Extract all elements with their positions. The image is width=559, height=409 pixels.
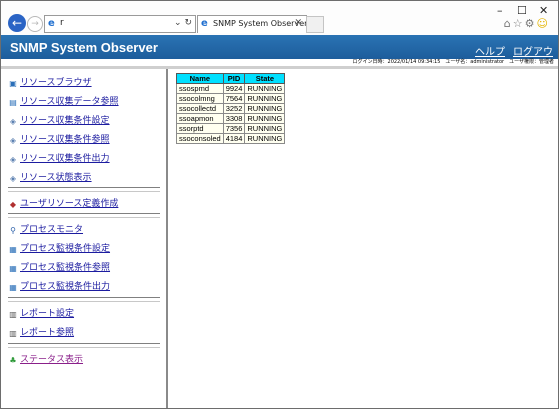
- toolbar-icons: ⌂☆⚙☺: [504, 17, 550, 30]
- sidebar-divider: [8, 187, 160, 192]
- back-icon[interactable]: ←: [8, 14, 26, 32]
- process-pid: 7564: [222, 93, 246, 104]
- login-info-bar: ログイン日時：2022/01/14 09:34:15 ユーザ名：administ…: [1, 59, 558, 66]
- forward-icon[interactable]: →: [27, 16, 43, 32]
- home-icon[interactable]: ⌂: [504, 17, 513, 30]
- sidebar-item-status-display[interactable]: ♣ ステータス表示: [8, 352, 83, 365]
- smiley-icon[interactable]: ☺: [537, 17, 550, 30]
- column-header-state: State: [244, 73, 286, 84]
- report-icon: ▥: [9, 329, 17, 338]
- sidebar-item-process-output[interactable]: ▦ プロセス監視条件出力: [8, 279, 110, 292]
- settings-icon: ◈: [9, 155, 17, 164]
- process-table: Name PID State ssospmd 9924 RUNNING ssoc…: [176, 73, 286, 144]
- help-link[interactable]: ヘルプ: [475, 43, 505, 58]
- table-row: ssoapmon 3308 RUNNING: [176, 113, 286, 124]
- magnifier-icon: ⚲: [10, 226, 16, 235]
- app-title: SNMP System Observer: [10, 40, 158, 55]
- sidebar-item-report-reference[interactable]: ▥ レポート参照: [8, 325, 74, 338]
- process-state: RUNNING: [244, 103, 286, 114]
- process-pid: 3308: [222, 113, 246, 124]
- column-header-pid: PID: [222, 73, 246, 84]
- process-name: ssospmd: [176, 83, 224, 94]
- sidebar-item-collect-output[interactable]: ◈ リソース収集条件出力: [8, 151, 110, 164]
- table-header-row: Name PID State: [176, 73, 286, 84]
- report-icon: ▥: [9, 310, 17, 319]
- sidebar-item-report-settings[interactable]: ▥ レポート設定: [8, 306, 74, 319]
- process-state: RUNNING: [244, 123, 286, 134]
- sidebar-item-collected-data[interactable]: ▤ リソース収集データ参照: [8, 94, 118, 107]
- process-pid: 9924: [222, 83, 246, 94]
- process-state: RUNNING: [244, 83, 286, 94]
- sidebar-item-process-reference[interactable]: ▦ プロセス監視条件参照: [8, 260, 110, 273]
- login-info: ログイン日時：2022/01/14 09:34:15 ユーザ名：administ…: [352, 59, 554, 65]
- app-header: SNMP System Observer ヘルプ ログアウト: [1, 35, 558, 73]
- browser-icon: ▣: [9, 79, 17, 88]
- minimize-button[interactable]: –: [497, 4, 503, 17]
- browser-tab[interactable]: e SNMP System Observer ✕: [197, 15, 307, 33]
- tab-title: SNMP System Observer: [213, 19, 308, 28]
- main-content: Name PID State ssospmd 9924 RUNNING ssoc…: [169, 69, 558, 408]
- sidebar-divider: [8, 213, 160, 218]
- sidebar-item-resource-browser[interactable]: ▣ リソースブラウザ: [8, 75, 91, 88]
- process-state: RUNNING: [244, 113, 286, 124]
- sidebar-item-process-monitor[interactable]: ⚲ プロセスモニタ: [8, 222, 83, 235]
- sidebar-item-collect-reference[interactable]: ◈ リソース収集条件参照: [8, 132, 110, 145]
- sidebar-item-resource-status[interactable]: ◈ リソース状態表示: [8, 170, 92, 183]
- new-tab-button[interactable]: [306, 16, 324, 33]
- process-state: RUNNING: [244, 133, 286, 144]
- process-pid: 3252: [222, 103, 246, 114]
- process-pid: 4184: [222, 133, 246, 144]
- sidebar-item-collect-settings[interactable]: ◈ リソース収集条件設定: [8, 113, 110, 126]
- process-state: RUNNING: [244, 93, 286, 104]
- star-icon[interactable]: ☆: [513, 17, 525, 30]
- ie-icon: e: [48, 18, 55, 29]
- process-icon: ▦: [9, 245, 17, 254]
- browser-window: – ☐ ✕ ← → e r ⌄ ↻ e SNMP System Observer…: [0, 0, 559, 409]
- process-pid: 7356: [222, 123, 246, 134]
- process-icon: ▦: [9, 283, 17, 292]
- table-row: ssocolmng 7564 RUNNING: [176, 93, 286, 104]
- process-icon: ▦: [9, 264, 17, 273]
- gear-icon[interactable]: ⚙: [525, 17, 537, 30]
- process-name: ssocollectd: [176, 103, 224, 114]
- sidebar: ▣ リソースブラウザ ▤ リソース収集データ参照 ◈ リソース収集条件設定 ◈ リソース…: [1, 69, 168, 408]
- process-name: ssoapmon: [176, 113, 224, 124]
- sidebar-divider: [8, 343, 160, 348]
- table-row: ssoconsoled 4184 RUNNING: [176, 133, 286, 144]
- status-tree-icon: ♣: [9, 356, 17, 365]
- search-refresh-icons[interactable]: ⌄ ↻: [174, 18, 192, 28]
- process-name: ssorptd: [176, 123, 224, 134]
- sidebar-item-user-resource[interactable]: ◆ ユーザリソース定義作成: [8, 196, 118, 209]
- maximize-button[interactable]: ☐: [517, 4, 527, 17]
- status-icon: ◈: [9, 174, 17, 183]
- sidebar-item-process-settings[interactable]: ▦ プロセス監視条件設定: [8, 241, 110, 254]
- browser-chrome: – ☐ ✕ ← → e r ⌄ ↻ e SNMP System Observer…: [1, 1, 558, 35]
- sidebar-divider: [8, 297, 160, 302]
- settings-icon: ◈: [9, 117, 17, 126]
- user-resource-icon: ◆: [9, 200, 17, 209]
- table-row: ssospmd 9924 RUNNING: [176, 83, 286, 94]
- table-row: ssorptd 7356 RUNNING: [176, 123, 286, 134]
- column-header-name: Name: [176, 73, 224, 84]
- close-tab-icon[interactable]: ✕: [294, 18, 302, 28]
- settings-icon: ◈: [9, 136, 17, 145]
- ie-tab-icon: e: [201, 18, 208, 29]
- process-name: ssocolmng: [176, 93, 224, 104]
- address-text: r: [60, 18, 64, 28]
- address-bar[interactable]: e r ⌄ ↻: [44, 15, 196, 33]
- table-row: ssocollectd 3252 RUNNING: [176, 103, 286, 114]
- close-window-button[interactable]: ✕: [539, 4, 548, 17]
- data-icon: ▤: [9, 98, 17, 107]
- process-name: ssoconsoled: [176, 133, 224, 144]
